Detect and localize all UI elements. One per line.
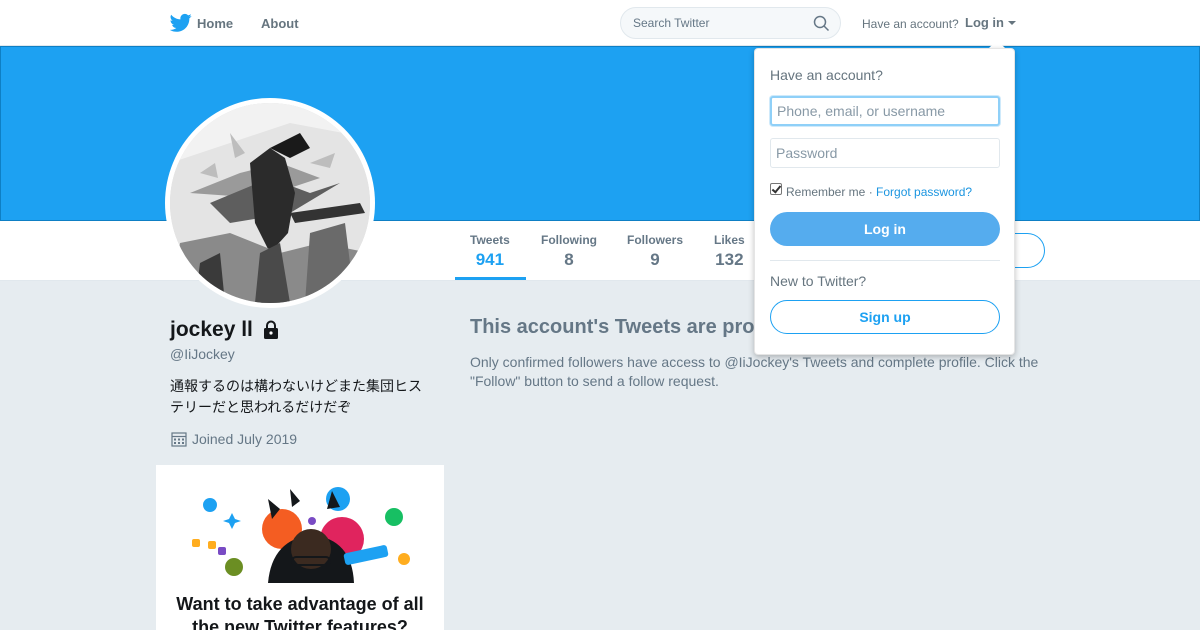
stat-label: Following	[541, 233, 597, 247]
have-account-text: Have an account?	[862, 17, 959, 31]
stat-value: 132	[715, 250, 744, 269]
login-dropdown: Have an account? Remember me · Forgot pa…	[754, 48, 1015, 355]
remember-me-label[interactable]: Remember me	[786, 185, 865, 199]
nav-home-link[interactable]: Home	[197, 16, 233, 31]
profile-name[interactable]: jockey ll	[170, 318, 253, 342]
login-button[interactable]: Log in	[770, 212, 1000, 246]
profile-bio: 通報するのは構わないけどまた集団ヒステリーだと思われるだけだぞ	[170, 378, 422, 415]
search-icon[interactable]	[813, 15, 830, 32]
avatar-image	[170, 103, 370, 303]
stat-value: 8	[564, 250, 574, 269]
stat-likes[interactable]: Likes 132	[714, 233, 745, 270]
lock-icon	[264, 320, 278, 339]
stat-tweets[interactable]: Tweets 941	[470, 233, 510, 270]
stat-followers[interactable]: Followers 9	[627, 233, 683, 270]
protected-text: Only confirmed followers have access to …	[470, 354, 1039, 389]
joined-date: Joined July 2019	[192, 431, 298, 447]
nav-about-link[interactable]: About	[261, 16, 299, 31]
search-input[interactable]	[633, 16, 803, 30]
remember-me-checkbox[interactable]	[770, 183, 782, 195]
profile-handle[interactable]: @IiJockey	[170, 346, 235, 362]
twitter-bird-icon[interactable]	[170, 13, 192, 33]
top-nav: Home About Have an account? Log in	[0, 0, 1200, 46]
stat-value: 941	[475, 250, 505, 269]
stat-label: Followers	[627, 233, 684, 247]
active-tab-indicator	[455, 277, 526, 280]
separator: ·	[865, 185, 877, 199]
signup-button[interactable]: Sign up	[770, 300, 1000, 334]
promo-illustration	[192, 487, 410, 583]
avatar[interactable]	[165, 98, 375, 308]
dropdown-heading: Have an account?	[770, 67, 883, 83]
login-menu-link[interactable]: Log in	[965, 15, 1004, 30]
calendar-icon	[171, 432, 187, 447]
stat-following[interactable]: Following 8	[541, 233, 597, 270]
stat-label: Likes	[714, 233, 745, 247]
promo-title: Want to take advantage of all the new Tw…	[176, 594, 424, 630]
promo-card: Want to take advantage of all the new Tw…	[156, 465, 444, 630]
password-input[interactable]	[770, 138, 1000, 168]
chevron-down-icon[interactable]	[1008, 21, 1016, 25]
dropdown-divider	[770, 260, 1000, 261]
search-box[interactable]	[620, 7, 841, 39]
username-input[interactable]	[770, 96, 1000, 126]
forgot-password-link[interactable]: Forgot password?	[876, 185, 972, 199]
stat-value: 9	[650, 250, 660, 269]
stat-label: Tweets	[470, 233, 510, 247]
new-to-twitter-text: New to Twitter?	[770, 273, 867, 289]
remember-me-row: Remember me · Forgot password?	[786, 185, 972, 199]
